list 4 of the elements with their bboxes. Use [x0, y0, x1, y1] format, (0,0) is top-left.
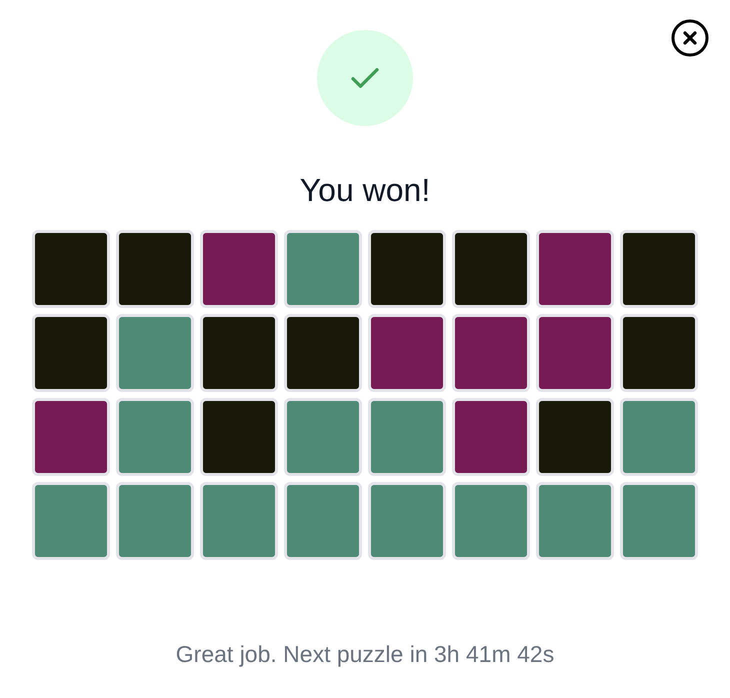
countdown-text: Great job. Next puzzle in 3h 41m 42s: [176, 641, 554, 668]
close-button[interactable]: [670, 18, 710, 58]
result-title: You won!: [300, 171, 430, 210]
close-icon: [670, 18, 710, 58]
